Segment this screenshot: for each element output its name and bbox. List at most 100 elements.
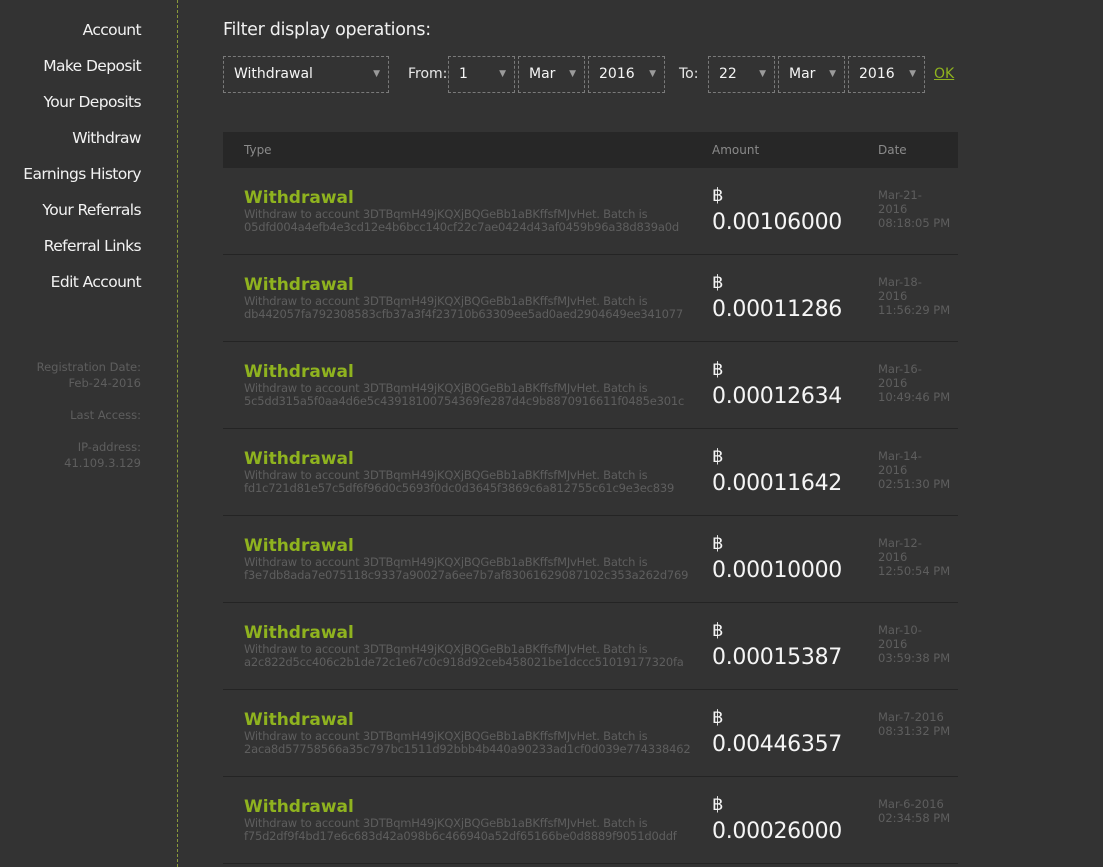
bitcoin-icon: ฿ bbox=[712, 272, 724, 293]
filter-title: Filter display operations: bbox=[223, 20, 431, 40]
from-year-value: 2016 bbox=[599, 66, 635, 82]
row-date-line: Mar-14- bbox=[878, 449, 922, 463]
sidebar-item-account[interactable]: Account bbox=[0, 19, 142, 55]
row-type: Withdrawal bbox=[244, 710, 354, 730]
row-time: 10:49:46 PM bbox=[878, 390, 951, 404]
row-batch-id: 2aca8d57758566a35c797bc1511d92bbb4b440a9… bbox=[244, 742, 691, 756]
table-row: Withdrawal Withdraw to account 3DTBqmH49… bbox=[223, 429, 958, 516]
bitcoin-icon: ฿ bbox=[712, 794, 724, 815]
row-amount: 0.00446357 bbox=[712, 732, 842, 757]
row-date-line: Mar-16- bbox=[878, 362, 922, 376]
row-date: Mar-6-2016 02:34:58 PM bbox=[878, 797, 958, 825]
row-date-line: Mar-12- bbox=[878, 536, 922, 550]
row-date-line: Mar-7-2016 bbox=[878, 710, 944, 724]
table-row: Withdrawal Withdraw to account 3DTBqmH49… bbox=[223, 255, 958, 342]
sidebar-item-edit-account[interactable]: Edit Account bbox=[0, 271, 142, 307]
page: Account Make Deposit Your Deposits Withd… bbox=[0, 0, 1103, 867]
sidebar-item-your-deposits[interactable]: Your Deposits bbox=[0, 91, 141, 127]
row-description: Withdraw to account 3DTBqmH49jKQXjBQGeBb… bbox=[244, 382, 714, 408]
row-description: Withdraw to account 3DTBqmH49jKQXjBQGeBb… bbox=[244, 295, 714, 321]
row-amount: 0.00106000 bbox=[712, 210, 842, 235]
registration-label: Registration Date: bbox=[36, 360, 141, 374]
bitcoin-icon: ฿ bbox=[712, 707, 724, 728]
row-date-line: Mar-21- bbox=[878, 188, 922, 202]
from-year-select[interactable]: 2016 ▼ bbox=[588, 56, 665, 93]
bitcoin-icon: ฿ bbox=[712, 446, 724, 467]
row-type: Withdrawal bbox=[244, 797, 354, 817]
row-time: 08:18:05 PM bbox=[878, 216, 951, 230]
operations-table: Type Amount Date Withdrawal Withdraw to … bbox=[223, 132, 958, 864]
type-select[interactable]: Withdrawal ▼ bbox=[223, 56, 389, 93]
row-amount: 0.00010000 bbox=[712, 558, 842, 583]
row-batch-id: fd1c721d81e57c5df6f96d0c5693f0dc0d3645f3… bbox=[244, 481, 675, 495]
sidebar-item-withdraw[interactable]: Withdraw bbox=[0, 127, 141, 163]
header-amount: Amount bbox=[712, 143, 760, 157]
filter-row: Withdrawal ▼ From: 1 ▼ Mar ▼ 2016 ▼ To: … bbox=[223, 56, 958, 93]
row-date: Mar-18- 2016 11:56:29 PM bbox=[878, 275, 958, 317]
sidebar-item-referral-links[interactable]: Referral Links bbox=[0, 235, 142, 271]
row-batch-id: f3e7db8ada7e075118c9337a90027a6ee7b7af83… bbox=[244, 568, 689, 582]
ip-label: IP-address: bbox=[77, 440, 141, 454]
row-date-year: 2016 bbox=[878, 463, 908, 477]
row-date: Mar-12- 2016 12:50:54 PM bbox=[878, 536, 958, 578]
header-type: Type bbox=[244, 143, 272, 157]
row-amount: 0.00011642 bbox=[712, 471, 842, 496]
from-day-value: 1 bbox=[459, 66, 468, 82]
to-label: To: bbox=[679, 66, 699, 82]
row-date: Mar-16- 2016 10:49:46 PM bbox=[878, 362, 958, 404]
row-amount: 0.00026000 bbox=[712, 819, 842, 844]
row-time: 12:50:54 PM bbox=[878, 564, 951, 578]
row-amount: 0.00012634 bbox=[712, 384, 842, 409]
row-batch-id: a2c822d5cc406c2b1de72c1e67c0c918d92ceb45… bbox=[244, 655, 684, 669]
row-time: 11:56:29 PM bbox=[878, 303, 951, 317]
last-access-info: Last Access: bbox=[0, 407, 141, 423]
row-date: Mar-14- 2016 02:51:30 PM bbox=[878, 449, 958, 491]
row-type: Withdrawal bbox=[244, 536, 354, 556]
table-row: Withdrawal Withdraw to account 3DTBqmH49… bbox=[223, 516, 958, 603]
bitcoin-icon: ฿ bbox=[712, 533, 724, 554]
table-row: Withdrawal Withdraw to account 3DTBqmH49… bbox=[223, 777, 958, 864]
row-date: Mar-21- 2016 08:18:05 PM bbox=[878, 188, 958, 230]
ok-button[interactable]: OK bbox=[934, 56, 954, 93]
to-month-select[interactable]: Mar ▼ bbox=[778, 56, 845, 93]
from-day-select[interactable]: 1 ▼ bbox=[448, 56, 515, 93]
sidebar-item-your-referrals[interactable]: Your Referrals bbox=[0, 199, 141, 235]
chevron-down-icon: ▼ bbox=[499, 69, 506, 79]
chevron-down-icon: ▼ bbox=[373, 69, 380, 79]
row-description: Withdraw to account 3DTBqmH49jKQXjBQGeBb… bbox=[244, 556, 714, 582]
to-day-select[interactable]: 22 ▼ bbox=[708, 56, 775, 93]
table-row: Withdrawal Withdraw to account 3DTBqmH49… bbox=[223, 690, 958, 777]
to-year-select[interactable]: 2016 ▼ bbox=[848, 56, 925, 93]
sidebar-item-earnings-history[interactable]: Earnings History bbox=[0, 163, 141, 199]
row-batch-id: db442057fa792308583cfb37a3f4f23710b63309… bbox=[244, 307, 684, 321]
from-label: From: bbox=[408, 66, 448, 82]
sidebar-item-make-deposit[interactable]: Make Deposit bbox=[0, 55, 141, 91]
registration-value: Feb-24-2016 bbox=[68, 376, 141, 390]
from-month-value: Mar bbox=[529, 66, 556, 82]
row-time: 03:59:38 PM bbox=[878, 651, 951, 665]
bitcoin-icon: ฿ bbox=[712, 620, 724, 641]
row-amount: 0.00011286 bbox=[712, 297, 842, 322]
last-access-label: Last Access: bbox=[70, 408, 141, 422]
to-year-value: 2016 bbox=[859, 66, 895, 82]
table-row: Withdrawal Withdraw to account 3DTBqmH49… bbox=[223, 603, 958, 690]
to-month-value: Mar bbox=[789, 66, 816, 82]
row-type: Withdrawal bbox=[244, 623, 354, 643]
table-row: Withdrawal Withdraw to account 3DTBqmH49… bbox=[223, 342, 958, 429]
row-date: Mar-7-2016 08:31:32 PM bbox=[878, 710, 958, 738]
row-time: 02:51:30 PM bbox=[878, 477, 951, 491]
row-type: Withdrawal bbox=[244, 188, 354, 208]
from-month-select[interactable]: Mar ▼ bbox=[518, 56, 585, 93]
chevron-down-icon: ▼ bbox=[829, 69, 836, 79]
row-time: 02:34:58 PM bbox=[878, 811, 951, 825]
row-date-line: Mar-10- bbox=[878, 623, 922, 637]
sidebar-nav: Account Make Deposit Your Deposits Withd… bbox=[0, 19, 177, 307]
to-day-value: 22 bbox=[719, 66, 737, 82]
row-batch-id: 5c5dd315a5f0aa4d6e5c43918100754369fe287d… bbox=[244, 394, 685, 408]
table-header: Type Amount Date bbox=[223, 132, 958, 168]
chevron-down-icon: ▼ bbox=[569, 69, 576, 79]
row-description: Withdraw to account 3DTBqmH49jKQXjBQGeBb… bbox=[244, 730, 714, 756]
row-amount: 0.00015387 bbox=[712, 645, 842, 670]
row-type: Withdrawal bbox=[244, 275, 354, 295]
main-content: Filter display operations: Withdrawal ▼ … bbox=[223, 0, 958, 864]
